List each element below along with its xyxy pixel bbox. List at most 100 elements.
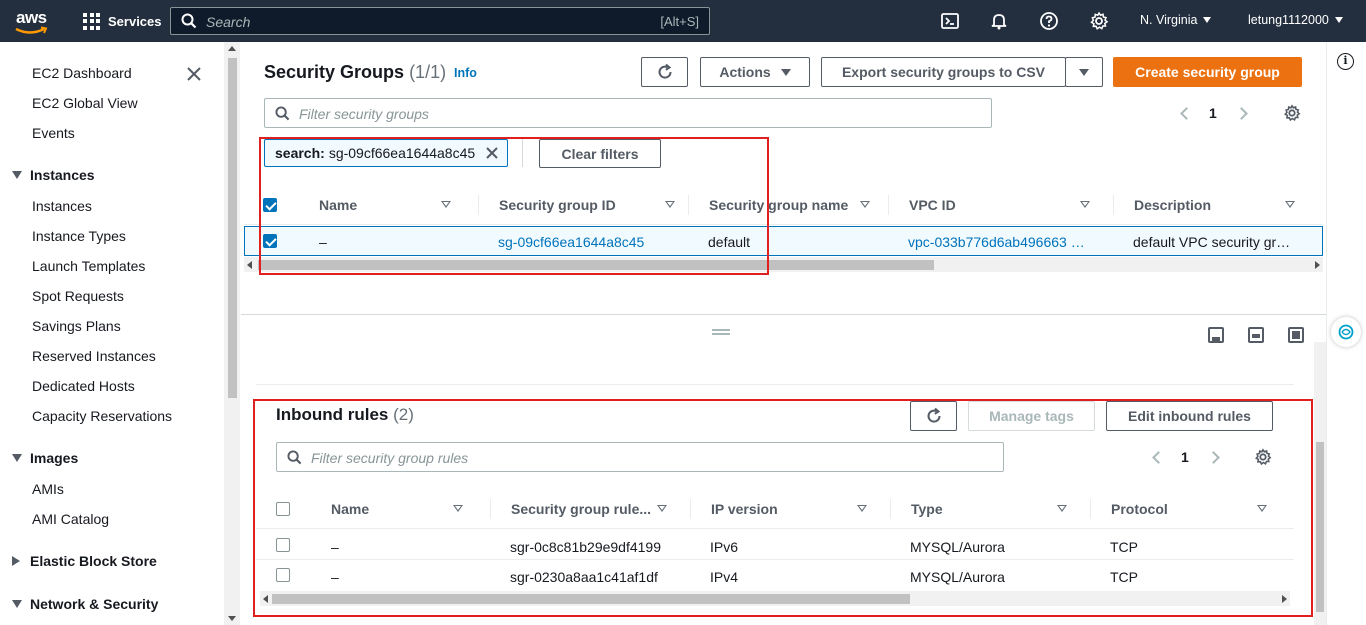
account-menu[interactable]: letung1112000 — [1248, 13, 1343, 27]
aws-logo[interactable]: aws — [14, 6, 54, 36]
sidebar-group-network-security[interactable]: Network & Security — [12, 596, 158, 612]
sidebar-item-amis[interactable]: AMIs — [32, 481, 64, 497]
remove-token-icon[interactable] — [485, 146, 499, 160]
column-header-name[interactable]: Name — [331, 489, 477, 529]
row-checkbox[interactable] — [276, 568, 290, 582]
row-checkbox[interactable] — [263, 234, 277, 248]
services-menu[interactable]: Services — [83, 11, 162, 31]
sidebar-item-dedicated-hosts[interactable]: Dedicated Hosts — [32, 378, 135, 394]
column-header-name[interactable]: Name — [319, 185, 465, 225]
page-number[interactable]: 1 — [1181, 449, 1189, 465]
pagination: 1 — [1180, 105, 1248, 121]
inbound-rules-panel: Inbound rules (2) Manage tags Edit inbou… — [256, 384, 1294, 625]
close-icon[interactable] — [186, 66, 202, 82]
split-divider — [241, 314, 1326, 315]
manage-tags-button[interactable]: Manage tags — [968, 401, 1095, 431]
create-security-group-button[interactable]: Create security group — [1113, 57, 1302, 87]
collapsed-icon — [12, 556, 20, 566]
sidebar-group-instances[interactable]: Instances — [12, 167, 95, 183]
cell-name: – — [331, 569, 339, 585]
sidebar-group-elastic-block-store[interactable]: Elastic Block Store — [12, 553, 157, 569]
sidebar-scrollbar[interactable] — [224, 42, 240, 625]
sidebar-item-instances[interactable]: Instances — [32, 198, 92, 214]
scrollbar-thumb[interactable] — [228, 58, 237, 398]
assistant-icon[interactable] — [1331, 317, 1361, 347]
column-header-sg-id[interactable]: Security group ID — [499, 185, 689, 225]
search-icon — [181, 13, 197, 29]
sidebar-item-launch-templates[interactable]: Launch Templates — [32, 258, 145, 274]
chevron-left-icon[interactable] — [1180, 106, 1193, 120]
column-header-sg-name[interactable]: Security group name — [709, 185, 884, 225]
cell-name: – — [319, 234, 327, 250]
column-header-ip-version[interactable]: IP version — [711, 489, 881, 529]
scroll-up-icon[interactable] — [228, 46, 236, 51]
sidebar-item-spot-requests[interactable]: Spot Requests — [32, 288, 124, 304]
sidebar-item-capacity-reservations[interactable]: Capacity Reservations — [32, 408, 172, 424]
horizontal-scrollbar[interactable] — [260, 591, 1290, 606]
select-all-checkbox[interactable] — [276, 502, 290, 516]
filter-token: search: sg-09cf66ea1644a8c45 — [264, 139, 508, 167]
security-groups-table: Name Security group ID Security group na… — [244, 185, 1323, 275]
split-handle[interactable] — [712, 329, 730, 335]
global-search-input[interactable]: Search [Alt+S] — [170, 7, 710, 35]
column-header-rule-id[interactable]: Security group rule... — [511, 489, 681, 529]
preferences-gear-icon[interactable] — [1254, 448, 1272, 466]
chevron-left-icon[interactable] — [1152, 450, 1165, 464]
cell-type: MYSQL/Aurora — [910, 569, 1005, 585]
sidebar-item-ec2-dashboard[interactable]: EC2 Dashboard — [32, 65, 132, 81]
refresh-button[interactable] — [910, 401, 957, 431]
scrollbar-thumb[interactable] — [1316, 442, 1324, 612]
refresh-button[interactable] — [641, 57, 688, 87]
column-header-description[interactable]: Description — [1134, 185, 1309, 225]
account-label: letung1112000 — [1248, 13, 1329, 27]
column-header-type[interactable]: Type — [911, 489, 1081, 529]
sidebar-item-ami-catalog[interactable]: AMI Catalog — [32, 511, 109, 527]
info-panel-icon[interactable]: i — [1337, 53, 1354, 70]
maximize-view-icon[interactable] — [1288, 327, 1304, 343]
sidebar-item-savings-plans[interactable]: Savings Plans — [32, 318, 121, 334]
expand-icon — [12, 171, 22, 179]
preferences-gear-icon[interactable] — [1283, 104, 1301, 122]
chevron-right-icon[interactable] — [1234, 106, 1248, 120]
edit-inbound-rules-button[interactable]: Edit inbound rules — [1106, 401, 1273, 431]
chevron-right-icon[interactable] — [1206, 450, 1220, 464]
export-dropdown-button[interactable] — [1065, 57, 1103, 87]
column-header-vpc-id[interactable]: VPC ID — [909, 185, 1104, 225]
bell-icon[interactable] — [989, 11, 1009, 31]
refresh-icon — [927, 407, 941, 423]
caret-down-icon — [780, 68, 791, 76]
clear-filters-button[interactable]: Clear filters — [539, 139, 661, 168]
sidebar-item-events[interactable]: Events — [32, 125, 75, 141]
help-icon[interactable] — [1039, 11, 1059, 31]
settings-icon[interactable] — [1089, 11, 1109, 31]
scroll-down-icon[interactable] — [228, 616, 236, 621]
split-bottom-view-icon[interactable] — [1208, 327, 1224, 343]
column-header-protocol[interactable]: Protocol — [1111, 489, 1281, 529]
region-selector[interactable]: N. Virginia — [1140, 13, 1212, 27]
expand-icon — [12, 454, 22, 462]
horizontal-scrollbar[interactable] — [244, 257, 1323, 272]
sidebar-item-reserved-instances[interactable]: Reserved Instances — [32, 348, 156, 364]
actions-button[interactable]: Actions — [700, 57, 810, 87]
filter-rules-input[interactable]: Filter security group rules — [276, 442, 1004, 472]
filter-security-groups-input[interactable]: Filter security groups — [264, 98, 992, 128]
info-link[interactable]: Info — [454, 66, 477, 80]
sidebar-item-instance-types[interactable]: Instance Types — [32, 228, 126, 244]
vertical-scrollbar[interactable] — [1314, 342, 1326, 625]
sidebar-item-ec2-global-view[interactable]: EC2 Global View — [32, 95, 138, 111]
caret-down-icon — [1334, 17, 1343, 23]
cell-sg-id-link[interactable]: sg-09cf66ea1644a8c45 — [498, 234, 688, 250]
cell-vpc-link[interactable]: vpc-033b776d6ab496663 … — [908, 234, 1104, 250]
cell-protocol: TCP — [1110, 569, 1138, 585]
export-csv-button[interactable]: Export security groups to CSV — [821, 57, 1066, 87]
split-side-view-icon[interactable] — [1248, 327, 1264, 343]
scrollbar-thumb[interactable] — [258, 260, 934, 270]
select-all-checkbox[interactable] — [263, 198, 277, 212]
scrollbar-thumb[interactable] — [272, 594, 910, 604]
inbound-rules-table: Name Security group rule... IP version T… — [256, 489, 1294, 609]
cell-protocol: TCP — [1110, 539, 1138, 555]
page-number[interactable]: 1 — [1209, 105, 1217, 121]
cloudshell-icon[interactable] — [940, 11, 960, 31]
sidebar-group-images[interactable]: Images — [12, 450, 78, 466]
row-checkbox[interactable] — [276, 538, 290, 552]
